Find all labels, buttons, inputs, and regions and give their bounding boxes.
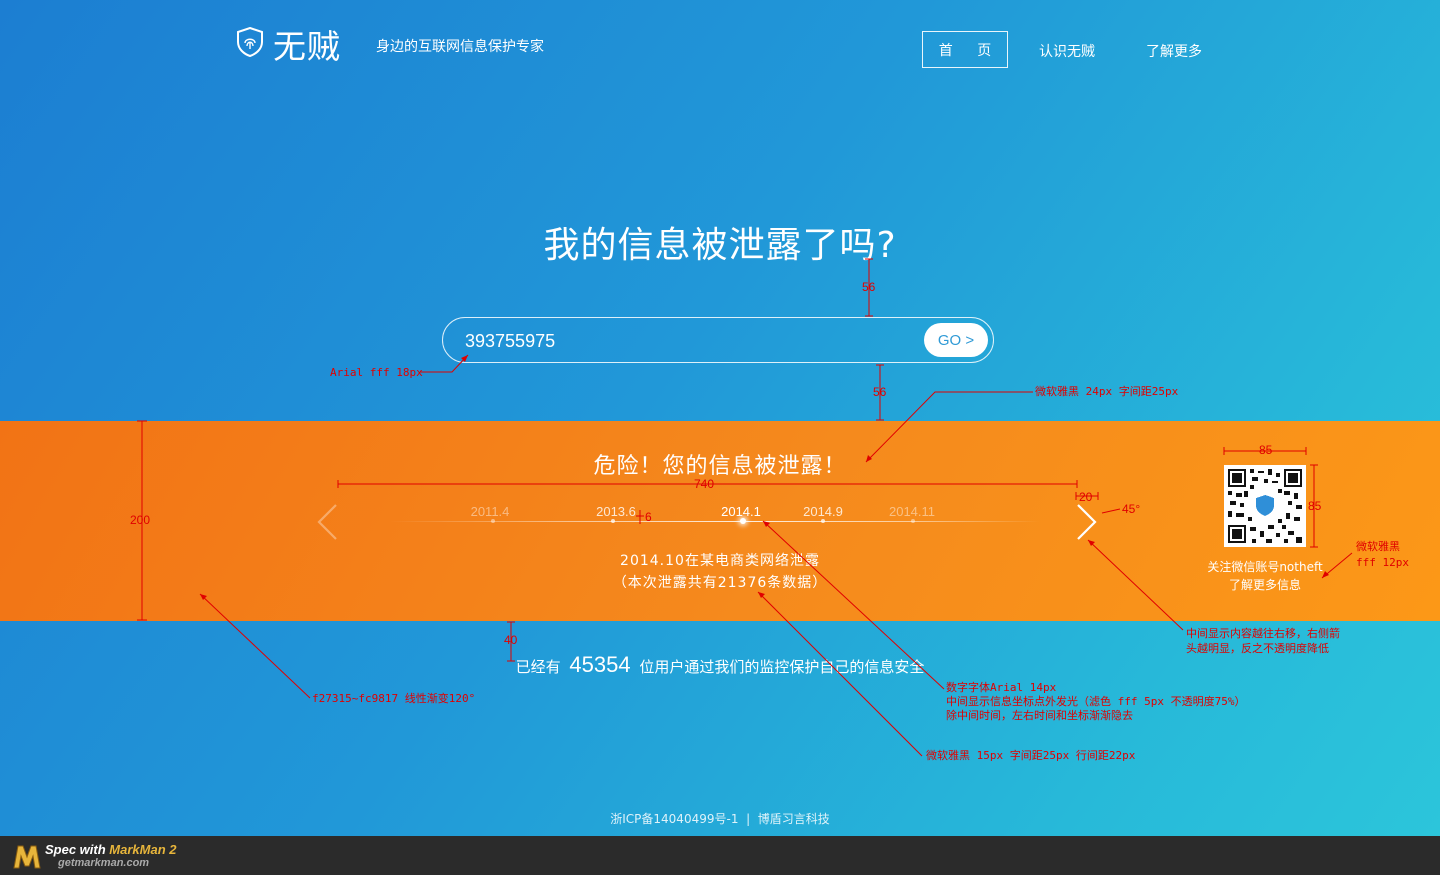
markman-brand: MarkMan 2 — [109, 842, 177, 857]
wechat-qr-code — [1224, 465, 1306, 547]
dimension-label: 40 — [504, 633, 518, 647]
annotation-arrow-note-1: 中间显示内容越往右移，右侧箭 — [1186, 627, 1340, 640]
dimension-label: 20 — [1079, 490, 1093, 504]
nav-about[interactable]: 认识无贼 — [1039, 41, 1095, 61]
timeline-axis — [390, 521, 1040, 522]
stats-prefix: 已经有 — [515, 658, 561, 676]
search-box: GO > — [442, 317, 994, 363]
annotation-timeline-3: 除中间时间，左右时间和坐标渐渐隐去 — [946, 709, 1133, 722]
footer-icp[interactable]: 浙ICP备14040499号-1 | 博盾习言科技 — [0, 810, 1440, 827]
dimension-label: 85 — [1308, 499, 1322, 513]
qr-caption-line2: 了解更多信息 — [1228, 578, 1301, 592]
markman-spec-with: Spec with — [45, 842, 110, 857]
go-button[interactable]: GO > — [924, 323, 988, 357]
annotation-qr-font-1: 微软雅黑 — [1356, 540, 1400, 553]
annotation-title-font: 微软雅黑 24px 字间距25px — [1035, 385, 1179, 398]
timeline-dot[interactable] — [821, 519, 825, 523]
tagline: 身边的互联网信息保护专家 — [376, 39, 544, 55]
dimension-label: 56 — [862, 280, 876, 294]
dimension-label: 45° — [1122, 502, 1141, 516]
annotation-timeline-1: 数字字体Arial 14px — [946, 681, 1057, 694]
timeline-date[interactable]: 2014.11 — [889, 504, 935, 519]
annotation-qr-font-2: fff 12px — [1356, 556, 1409, 569]
timeline-date[interactable]: 2013.6 — [596, 504, 636, 519]
dimension-label: 56 — [873, 385, 887, 399]
dimension-label: 200 — [130, 513, 151, 527]
timeline-date-active[interactable]: 2014.1 — [721, 504, 761, 519]
annotation-arrow-note-2: 头越明显，反之不透明度降低 — [1186, 642, 1329, 655]
nav-more[interactable]: 了解更多 — [1146, 41, 1202, 61]
timeline-date[interactable]: 2014.9 — [803, 504, 843, 519]
markman-bar — [0, 836, 1440, 875]
timeline-date[interactable]: 2011.4 — [471, 504, 510, 519]
shield-logo-icon — [237, 27, 263, 57]
stats-count: 45354 — [569, 652, 631, 677]
markman-title: Spec with MarkMan 2 — [45, 842, 177, 857]
search-input[interactable] — [463, 328, 917, 354]
markman-logo-icon — [13, 845, 41, 869]
annotation-timeline-2: 中间显示信息坐标点外发光（滤色 fff 5px 不透明度75%） — [946, 695, 1246, 708]
nav-home[interactable]: 首 页 — [922, 31, 1008, 68]
dimension-label: 740 — [694, 477, 715, 491]
dimension-label: 6 — [645, 510, 652, 524]
chevron-left-icon[interactable] — [316, 503, 338, 541]
annotation-gradient: f27315~fc9817 线性渐变120° — [312, 692, 476, 705]
stats-suffix: 位用户通过我们的监控保护自己的信息安全 — [639, 658, 925, 676]
timeline-dot-active[interactable] — [740, 518, 746, 524]
annotation-event-font: 微软雅黑 15px 字间距25px 行间距22px — [926, 749, 1136, 762]
logo-text[interactable]: 无贼 — [273, 20, 341, 68]
timeline-dot[interactable] — [611, 519, 615, 523]
hero-title: 我的信息被泄露了吗? — [543, 225, 897, 266]
annotation-input-font: Arial fff 18px — [330, 366, 423, 379]
chevron-right-icon[interactable] — [1076, 503, 1098, 541]
dimension-label: 85 — [1259, 443, 1273, 457]
markman-site[interactable]: getmarkman.com — [58, 857, 149, 869]
qr-caption-line1: 关注微信账号notheft — [1207, 560, 1323, 574]
timeline-dot[interactable] — [491, 519, 495, 523]
timeline-dot[interactable] — [911, 519, 915, 523]
